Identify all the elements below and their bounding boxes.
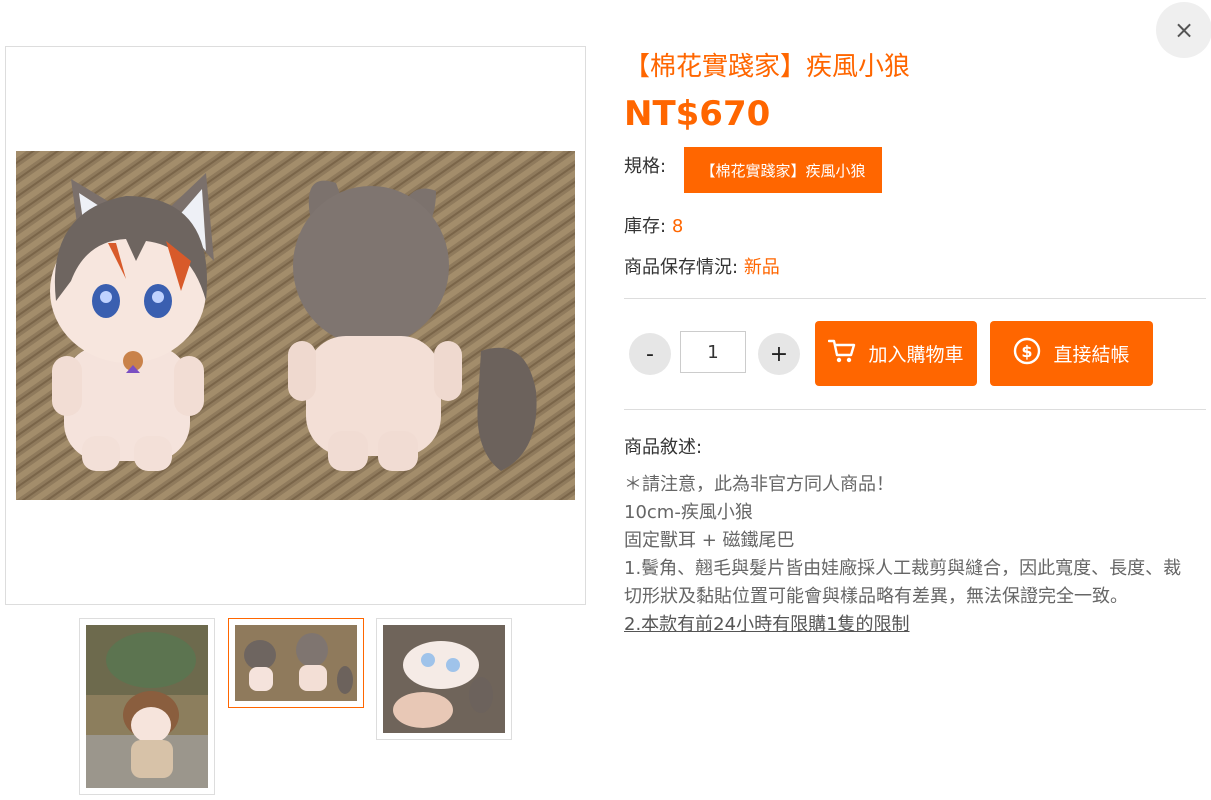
close-button[interactable]: ×	[1156, 2, 1211, 58]
cart-icon	[828, 338, 856, 369]
description-line: 1.鬢角、翹毛與髮片皆由娃廠採人工裁剪與縫合，因此寬度、長度、裁切形狀及黏貼位置…	[624, 558, 1182, 607]
thumbnail-1[interactable]	[79, 618, 215, 795]
buy-now-label: 直接結帳	[1053, 344, 1130, 366]
divider	[624, 409, 1206, 410]
condition-value: 新品	[743, 257, 780, 278]
description-line: 固定獸耳 + 磁鐵尾巴	[624, 530, 795, 551]
dollar-icon: $	[1013, 337, 1041, 370]
quantity-decrease-button[interactable]: -	[629, 333, 671, 375]
main-product-image	[5, 46, 586, 605]
close-icon: ×	[1173, 16, 1195, 44]
quantity-input[interactable]	[680, 331, 746, 373]
description-label: 商品敘述:	[624, 437, 703, 458]
description-line: ＊請注意，此為非官方同人商品！	[624, 474, 894, 495]
divider	[624, 298, 1206, 299]
condition-label: 商品保存情況:	[624, 257, 739, 278]
quantity-increase-button[interactable]: +	[758, 333, 800, 375]
svg-text:$: $	[1022, 342, 1033, 361]
plush-photo	[16, 151, 575, 500]
description-line: 10cm-疾風小狼	[624, 502, 753, 523]
thumbnail-1-image	[86, 625, 208, 788]
spec-option-button[interactable]: 【棉花實踐家】疾風小狼	[684, 147, 882, 193]
add-to-cart-button[interactable]: 加入購物車	[815, 321, 977, 386]
description-link[interactable]: 2.本款有前24小時有限購1隻的限制	[624, 611, 1194, 639]
thumbnail-3[interactable]	[376, 618, 512, 740]
buy-now-button[interactable]: $ 直接結帳	[990, 321, 1153, 386]
thumbnail-2-image	[235, 625, 357, 701]
stock-value: 8	[671, 216, 684, 237]
stock-info: 庫存: 8	[624, 212, 683, 238]
condition-info: 商品保存情況: 新品	[624, 253, 780, 279]
stock-label: 庫存:	[624, 216, 667, 237]
product-title: 【棉花實踐家】疾風小狼	[624, 52, 911, 82]
thumbnail-2[interactable]	[228, 618, 364, 708]
add-to-cart-label: 加入購物車	[868, 344, 964, 366]
thumbnail-3-image	[383, 625, 505, 733]
product-description: ＊請注意，此為非官方同人商品！ 10cm-疾風小狼 固定獸耳 + 磁鐵尾巴 1.…	[624, 471, 1194, 639]
spec-label: 規格:	[624, 156, 667, 177]
product-price: NT$670	[624, 94, 771, 134]
